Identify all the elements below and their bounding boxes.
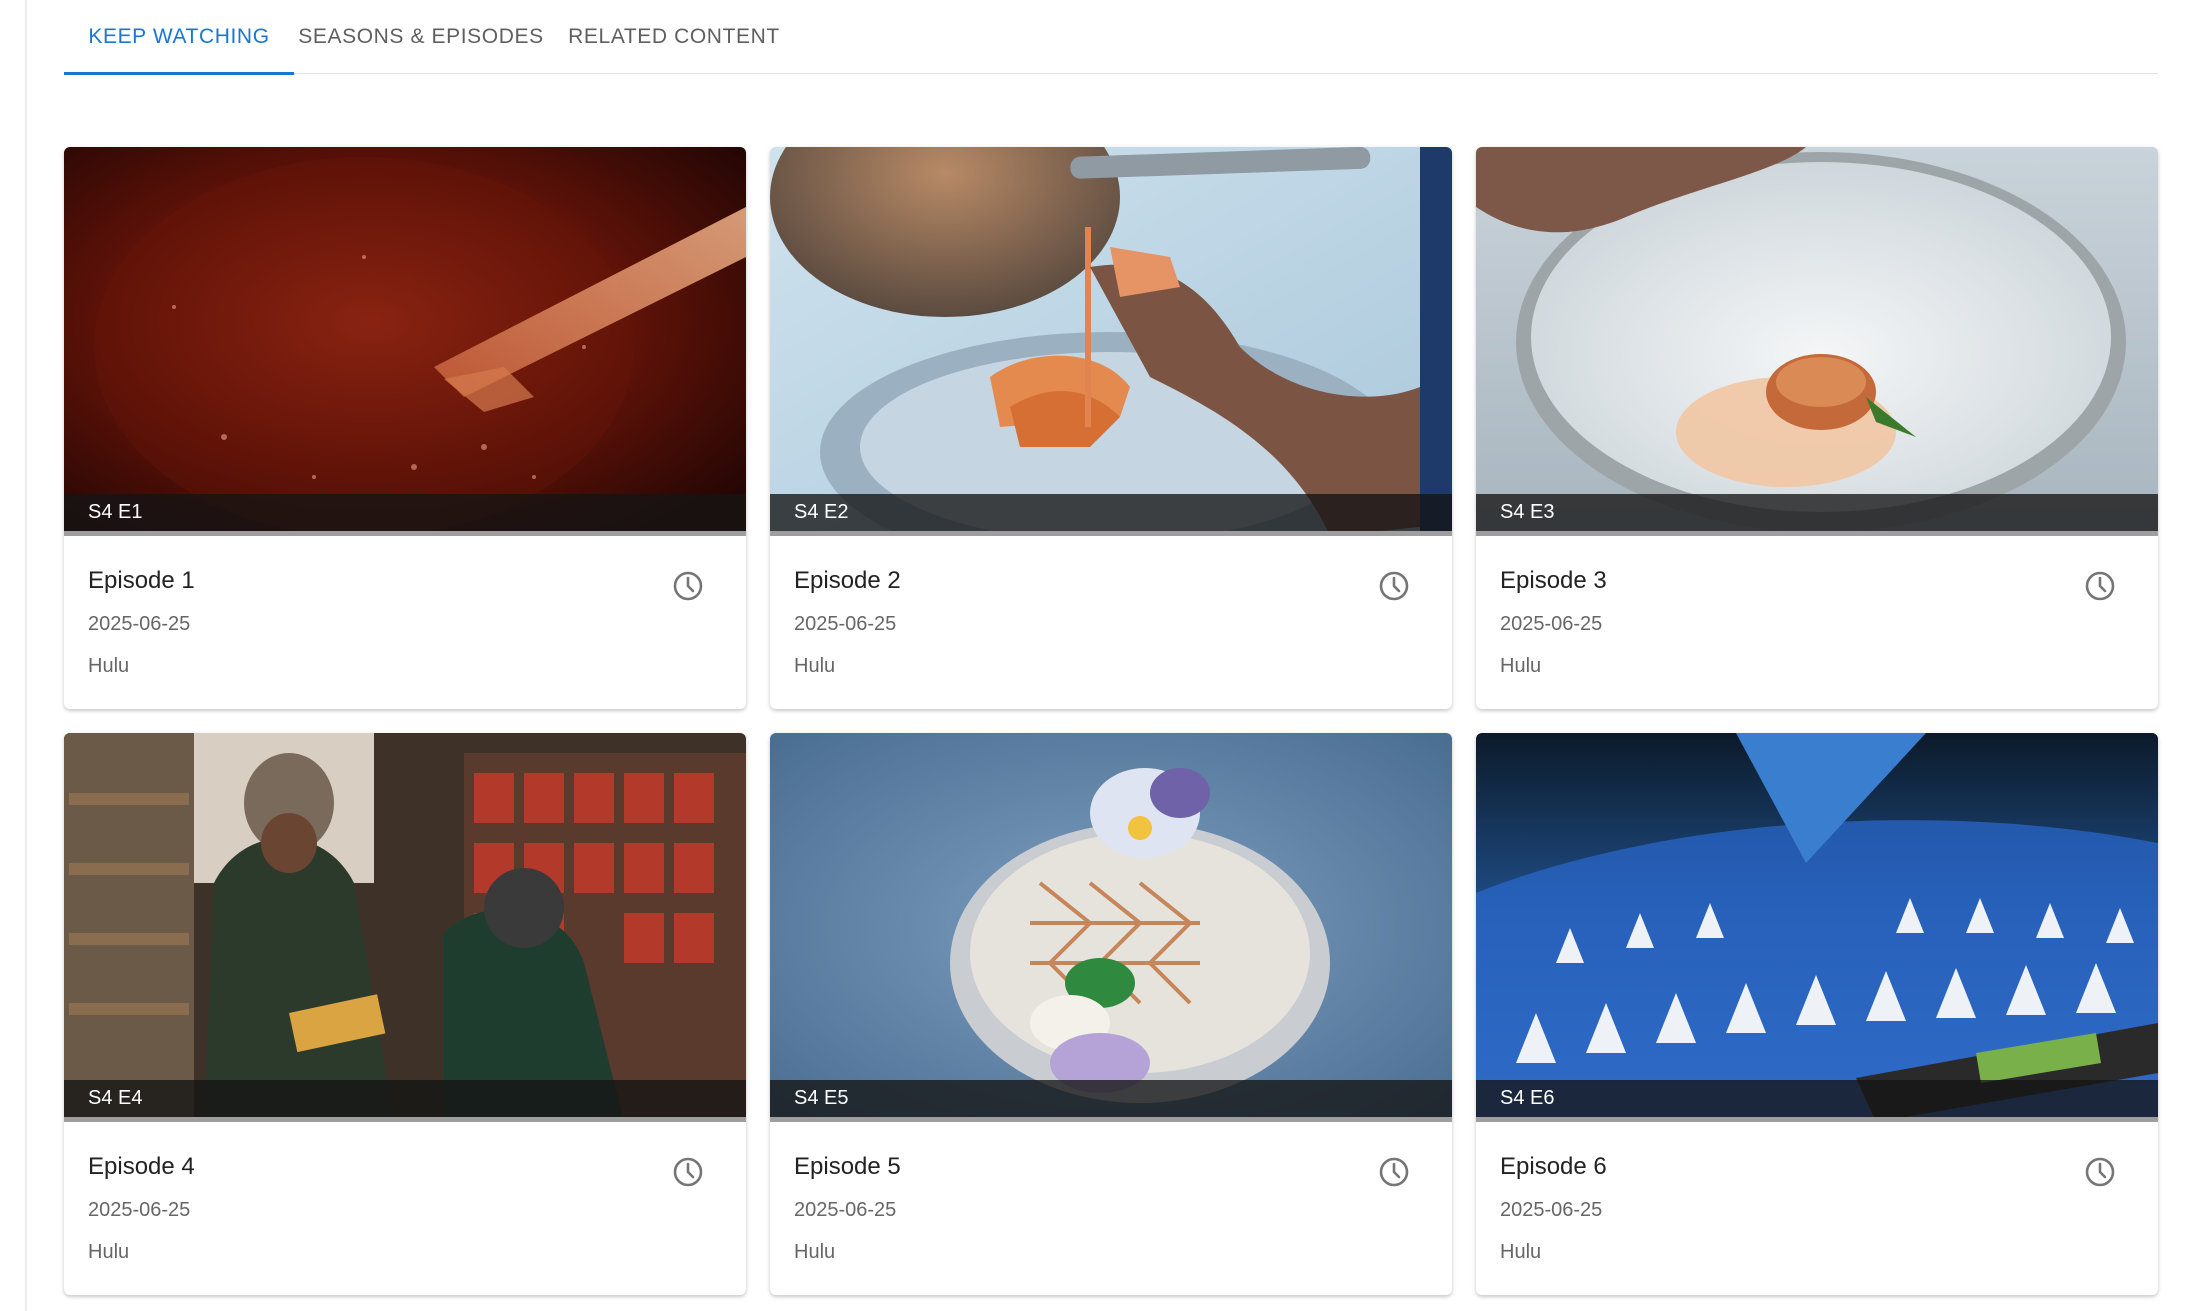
episode-title: Episode 1 [88,567,195,594]
tab-keep-watching[interactable]: KEEP WATCHING [64,0,294,75]
episode-title: Episode 4 [88,1153,195,1180]
watch-later-button[interactable] [1374,566,1414,606]
episode-thumbnail[interactable]: S4 E4 [64,733,746,1122]
thumbnail-image-grocery-store [64,733,746,1122]
episode-title: Episode 5 [794,1153,901,1180]
tab-seasons-episodes[interactable]: SEASONS & EPISODES [294,0,548,74]
episode-badge: S4 E6 [1476,1080,2158,1117]
episode-title: Episode 2 [794,567,901,594]
watch-progress-bar [770,1117,1452,1122]
episode-date: 2025-06-25 [794,613,897,635]
episode-source: Hulu [794,655,836,677]
watch-progress-bar [1476,531,2158,536]
watch-progress-bar [1476,1117,2158,1122]
episode-card[interactable]: S4 E3 Episode 3 2025-06-25 Hulu [1476,147,2158,709]
episode-card[interactable]: S4 E5 Episode 5 2025-06-25 Hulu [770,733,1452,1295]
watch-later-button[interactable] [2080,1152,2120,1192]
clock-icon [2085,1157,2115,1187]
episode-badge: S4 E5 [770,1080,1452,1117]
episode-grid: S4 E1 Episode 1 2025-06-25 Hulu S4 E2 Ep… [64,147,2158,1295]
episode-title: Episode 3 [1500,567,1607,594]
episode-card[interactable]: S4 E4 Episode 4 2025-06-25 Hulu [64,733,746,1295]
episode-card[interactable]: S4 E2 Episode 2 2025-06-25 Hulu [770,147,1452,709]
episode-card[interactable]: S4 E6 Episode 6 2025-06-25 Hulu [1476,733,2158,1295]
clock-icon [673,571,703,601]
episode-badge: S4 E4 [64,1080,746,1117]
episode-source: Hulu [1500,1241,1542,1263]
clock-icon [673,1157,703,1187]
watch-later-button[interactable] [1374,1152,1414,1192]
left-divider [25,0,27,1311]
episode-date: 2025-06-25 [1500,613,1603,635]
episode-source: Hulu [1500,655,1542,677]
clock-icon [1379,571,1409,601]
watch-later-button[interactable] [668,1152,708,1192]
thumbnail-image-scallop-bowl [1476,147,2158,536]
watch-progress-bar [64,531,746,536]
episode-card[interactable]: S4 E1 Episode 1 2025-06-25 Hulu [64,147,746,709]
episode-date: 2025-06-25 [1500,1199,1603,1221]
episode-source: Hulu [794,1241,836,1263]
episode-title: Episode 6 [1500,1153,1607,1180]
episode-thumbnail[interactable]: S4 E1 [64,147,746,536]
watch-progress-fill [1476,531,2158,536]
episode-date: 2025-06-25 [88,613,191,635]
episode-badge: S4 E2 [770,494,1452,531]
thumbnail-image-pasta-pour [770,147,1452,536]
episode-thumbnail[interactable]: S4 E3 [1476,147,2158,536]
watch-progress-bar [770,531,1452,536]
clock-icon [2085,571,2115,601]
episode-thumbnail[interactable]: S4 E2 [770,147,1452,536]
watch-later-button[interactable] [668,566,708,606]
thumbnail-image-meringue-piping [1476,733,2158,1122]
watch-later-button[interactable] [2080,566,2120,606]
episode-source: Hulu [88,1241,130,1263]
episode-source: Hulu [88,655,130,677]
tab-bar: KEEP WATCHING SEASONS & EPISODES RELATED… [64,0,2158,75]
watch-progress-bar [64,1117,746,1122]
episode-date: 2025-06-25 [794,1199,897,1221]
watch-progress-fill [770,1117,1452,1122]
clock-icon [1379,1157,1409,1187]
episode-thumbnail[interactable]: S4 E6 [1476,733,2158,1122]
watch-progress-fill [64,531,746,536]
episode-badge: S4 E1 [64,494,746,531]
watch-progress-fill [64,1117,746,1122]
episode-thumbnail[interactable]: S4 E5 [770,733,1452,1122]
episode-badge: S4 E3 [1476,494,2158,531]
episode-date: 2025-06-25 [88,1199,191,1221]
page: KEEP WATCHING SEASONS & EPISODES RELATED… [0,0,2185,1311]
thumbnail-image-plated-dessert [770,733,1452,1122]
thumbnail-image-sauce-pot [64,147,746,536]
tab-related-content[interactable]: RELATED CONTENT [548,0,800,74]
watch-progress-fill [770,531,1452,536]
watch-progress-fill [1476,1117,2158,1122]
